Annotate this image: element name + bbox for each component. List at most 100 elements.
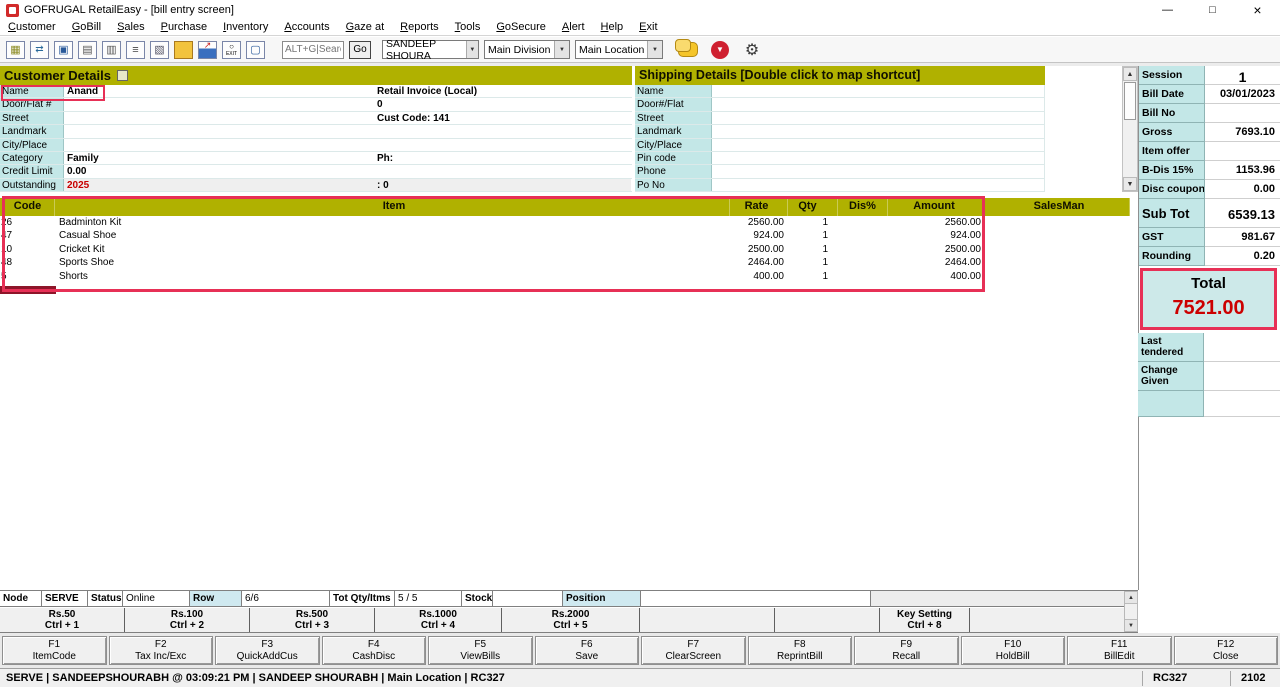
field-label: Credit Limit <box>0 165 64 177</box>
scrollbar-thumb[interactable] <box>1124 82 1136 120</box>
shipping-pono-field[interactable] <box>712 179 1045 191</box>
customer-name-field[interactable]: Anand <box>64 85 374 97</box>
menu-sales[interactable]: Sales <box>109 20 153 36</box>
f2-taxincexc-button[interactable]: F2 Tax Inc/Exc <box>109 636 214 665</box>
fkey-label: F9 <box>900 639 912 651</box>
item-row[interactable]: 48 Sports Shoe 2464.00 1 2464.00 <box>0 256 1130 269</box>
item-search-input[interactable] <box>282 41 344 59</box>
f10-holdbill-button[interactable]: F10 HoldBill <box>961 636 1066 665</box>
f5-viewbills-button[interactable]: F5 ViewBills <box>428 636 533 665</box>
column-header-item[interactable]: Item <box>55 198 730 216</box>
menu-purchase[interactable]: Purchase <box>153 20 215 36</box>
customer-details-section: Customer Details Name Anand Retail Invoi… <box>0 66 632 192</box>
lower-scrollbar[interactable]: ▲ ▼ <box>1124 591 1138 632</box>
customer-doorflat-field[interactable] <box>64 98 374 110</box>
item-row[interactable]: 26 Badminton Kit 2560.00 1 2560.00 <box>0 216 1130 229</box>
cash-rs50-button[interactable]: Rs.50 Ctrl + 1 <box>0 608 125 632</box>
customer-landmark-field[interactable] <box>64 125 374 137</box>
f4-cashdisc-button[interactable]: F4 CashDisc <box>322 636 427 665</box>
customer-edit-icon[interactable] <box>117 70 128 81</box>
open-folder-icon[interactable] <box>174 41 193 59</box>
customer-street-field[interactable] <box>64 112 374 124</box>
go-button[interactable]: Go <box>349 41 371 59</box>
column-header-rate[interactable]: Rate <box>730 198 788 216</box>
f12-close-button[interactable]: F12 Close <box>1174 636 1279 665</box>
sales-return-icon[interactable] <box>30 41 49 59</box>
menu-reports[interactable]: Reports <box>392 20 447 36</box>
customer-cityplace-field[interactable] <box>64 139 374 151</box>
maximize-button[interactable]: □ <box>1190 0 1235 20</box>
menu-gobill[interactable]: GoBill <box>64 20 109 36</box>
menu-alert[interactable]: Alert <box>554 20 593 36</box>
location-select[interactable]: Main Location ▼ <box>575 40 663 59</box>
menu-customer[interactable]: Customer <box>0 20 64 36</box>
menu-tools[interactable]: Tools <box>447 20 489 36</box>
field-label: Landmark <box>0 125 64 137</box>
item-amount: 400.00 <box>888 270 985 283</box>
shipping-landmark-field[interactable] <box>712 125 1045 137</box>
scroll-up-icon[interactable]: ▲ <box>1123 67 1137 81</box>
item-row[interactable]: 47 Casual Shoe 924.00 1 924.00 <box>0 229 1130 242</box>
menu-inventory[interactable]: Inventory <box>215 20 276 36</box>
minimize-button[interactable]: — <box>1145 0 1190 20</box>
menu-gaze-at[interactable]: Gaze at <box>338 20 393 36</box>
column-header-dis[interactable]: Dis% <box>838 198 888 216</box>
salesman-select[interactable]: SANDEEP SHOURA ▼ <box>382 40 479 59</box>
shipping-pincode-field[interactable] <box>712 152 1045 164</box>
cust-code-label: Cust Code: 141 <box>374 112 631 124</box>
shipping-street-field[interactable] <box>712 112 1045 124</box>
sales-chart-icon[interactable] <box>198 41 217 59</box>
shipping-phone-field[interactable] <box>712 165 1045 177</box>
exit-icon[interactable] <box>222 41 241 59</box>
disc-coupon-value: 0.00 <box>1205 180 1280 199</box>
key-setting-button[interactable]: Key Setting Ctrl + 8 <box>880 608 970 632</box>
item-lookup-icon[interactable] <box>54 41 73 59</box>
f3-quickaddcus-button[interactable]: F3 QuickAddCus <box>215 636 320 665</box>
division-select[interactable]: Main Division ▼ <box>484 40 570 59</box>
item-row[interactable]: 5 Shorts 400.00 1 400.00 <box>0 270 1130 283</box>
f11-billedit-button[interactable]: F11 BillEdit <box>1067 636 1172 665</box>
scroll-up-icon[interactable]: ▲ <box>1125 592 1137 604</box>
shipping-name-field[interactable] <box>712 85 1045 97</box>
cash-rs1000-button[interactable]: Rs.1000 Ctrl + 4 <box>375 608 502 632</box>
column-header-qty[interactable]: Qty <box>788 198 838 216</box>
f9-recall-button[interactable]: F9 Recall <box>854 636 959 665</box>
print-bill-icon[interactable] <box>102 41 121 59</box>
field-label: Door/Flat # <box>0 98 64 110</box>
shipping-doorflat-field[interactable] <box>712 98 1045 110</box>
summary-label: Rounding <box>1139 247 1205 266</box>
chat-icon[interactable] <box>678 42 698 57</box>
outstanding-extra: : 0 <box>374 179 631 191</box>
shipping-cityplace-field[interactable] <box>712 139 1045 151</box>
scroll-down-icon[interactable]: ▼ <box>1125 619 1137 631</box>
day-summary-icon[interactable] <box>126 41 145 59</box>
cash-rs100-button[interactable]: Rs.100 Ctrl + 2 <box>125 608 250 632</box>
held-bills-icon[interactable] <box>150 41 169 59</box>
menu-gosecure[interactable]: GoSecure <box>488 20 554 36</box>
scroll-down-icon[interactable]: ▼ <box>1123 177 1137 191</box>
f8-reprintbill-button[interactable]: F8 ReprintBill <box>748 636 853 665</box>
close-button[interactable]: × <box>1235 0 1280 20</box>
details-scrollbar[interactable]: ▲ ▼ <box>1122 66 1138 192</box>
menu-help[interactable]: Help <box>593 20 632 36</box>
cash-rs2000-button[interactable]: Rs.2000 Ctrl + 5 <box>502 608 640 632</box>
customer-category-field[interactable]: Family <box>64 152 374 164</box>
f6-save-button[interactable]: F6 Save <box>535 636 640 665</box>
column-header-code[interactable]: Code <box>0 198 55 216</box>
download-update-icon[interactable] <box>711 41 729 59</box>
column-header-amount[interactable]: Amount <box>888 198 985 216</box>
menu-accounts[interactable]: Accounts <box>276 20 337 36</box>
bill-entry-icon[interactable] <box>6 41 25 59</box>
bill-preview-icon[interactable] <box>246 41 265 59</box>
item-amount: 2560.00 <box>888 216 985 229</box>
cash-drawer-icon[interactable] <box>78 41 97 59</box>
item-row[interactable]: 10 Cricket Kit 2500.00 1 2500.00 <box>0 243 1130 256</box>
summary-row-disccoupon: Disc coupon 0.00 <box>1139 180 1280 199</box>
last-tendered-value <box>1204 333 1280 362</box>
column-header-salesman[interactable]: SalesMan <box>985 198 1130 216</box>
cash-rs500-button[interactable]: Rs.500 Ctrl + 3 <box>250 608 375 632</box>
f1-itemcode-button[interactable]: F1 ItemCode <box>2 636 107 665</box>
gear-icon[interactable] <box>742 40 762 60</box>
f7-clearscreen-button[interactable]: F7 ClearScreen <box>641 636 746 665</box>
menu-exit[interactable]: Exit <box>631 20 665 36</box>
